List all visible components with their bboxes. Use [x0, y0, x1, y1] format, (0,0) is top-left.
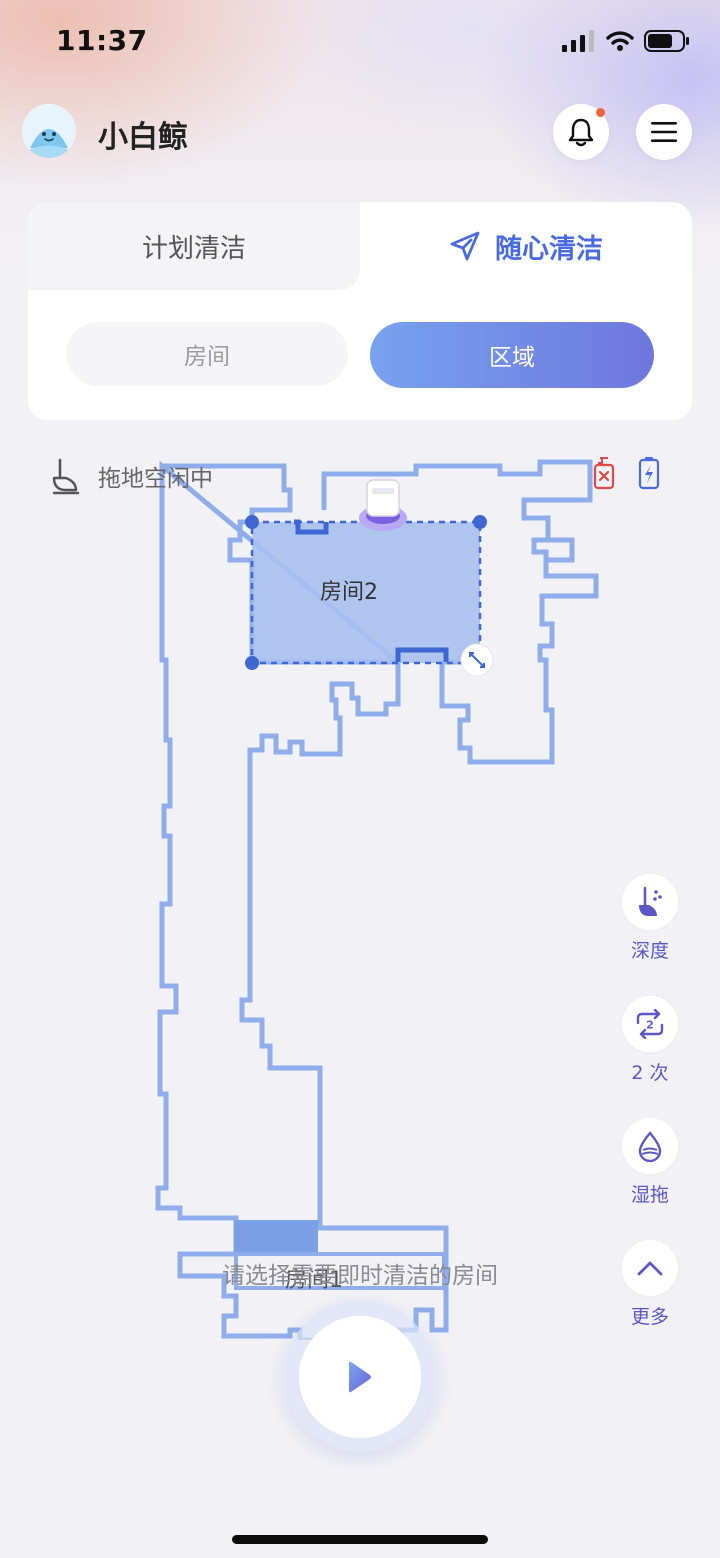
device-indicators: [592, 456, 660, 490]
mop-status-text: 拖地空闲中: [98, 466, 213, 492]
play-icon: [349, 1361, 371, 1393]
tab-instant-label: 随心清洁: [495, 233, 603, 265]
device-avatar[interactable]: [22, 104, 76, 158]
more-control[interactable]: 更多: [620, 1240, 680, 1329]
bell-icon: [568, 118, 594, 147]
battery-charging-icon[interactable]: [638, 456, 660, 490]
hamburger-menu-icon: [651, 122, 677, 142]
wifi-icon: [606, 31, 634, 51]
hint-text: 请选择需要即时清洁的房间: [222, 1263, 498, 1289]
home-indicator[interactable]: [232, 1535, 488, 1544]
charging-dock-icon: [359, 479, 407, 531]
mop-mode-control[interactable]: 湿拖: [620, 1118, 680, 1207]
more-label: 更多: [630, 1306, 669, 1328]
detergent-empty-icon[interactable]: [592, 456, 616, 490]
mop-icon: [52, 458, 80, 495]
tab-scheduled-label: 计划清洁: [141, 233, 246, 264]
whale-mascot-icon: [22, 104, 76, 158]
clean-mode-card: 计划清洁 随心清洁 房间 区域: [28, 202, 692, 420]
repeat-count-button[interactable]: 2: [622, 996, 678, 1052]
status-time: 11:37: [56, 24, 148, 57]
suction-depth-label: 深度: [630, 940, 669, 962]
map-right-notch: [546, 537, 575, 563]
zone-handle-bottom-left[interactable]: [245, 656, 259, 670]
suction-depth-button[interactable]: [622, 874, 678, 930]
app-title: 小白鲸: [98, 120, 188, 155]
app-header: 小白鲸: [0, 100, 720, 164]
segment-room-label: 房间: [184, 344, 230, 370]
notification-badge: [596, 108, 605, 117]
cellular-signal-icon: [562, 30, 594, 52]
mop-status: 拖地空闲中: [48, 456, 213, 496]
repeat-count-label: 2 次: [631, 1062, 669, 1084]
water-drop-icon: [638, 1131, 662, 1162]
status-bar: 11:37: [0, 0, 720, 88]
battery-icon: [644, 30, 689, 52]
map-room1-fill: [234, 1220, 318, 1254]
menu-button[interactable]: [636, 104, 692, 160]
repeat-count-control[interactable]: 2 2 次: [620, 996, 680, 1085]
segment-room[interactable]: 房间: [66, 322, 348, 386]
chevron-up-icon: [637, 1261, 663, 1276]
repeat-2-icon: 2: [636, 1009, 664, 1039]
svg-text:2: 2: [646, 1019, 654, 1032]
more-button[interactable]: [622, 1240, 678, 1296]
zone-resize-handle[interactable]: [460, 643, 494, 677]
room-2-label: 房间2: [320, 580, 378, 605]
suction-depth-icon: [639, 886, 662, 916]
zone-handle-top-left[interactable]: [245, 515, 259, 529]
start-clean-button[interactable]: [299, 1316, 421, 1438]
send-arrow-icon: [450, 231, 480, 261]
zone-handle-top-right[interactable]: [473, 515, 487, 529]
mop-mode-label: 湿拖: [630, 1184, 669, 1206]
suction-depth-control[interactable]: 深度: [620, 874, 680, 963]
segment-zone[interactable]: 区域: [370, 322, 654, 388]
tab-instant-clean[interactable]: 随心清洁: [360, 202, 692, 290]
segment-zone-label: 区域: [489, 345, 535, 371]
tab-scheduled-clean[interactable]: 计划清洁: [28, 202, 360, 290]
mop-mode-button[interactable]: [622, 1118, 678, 1174]
